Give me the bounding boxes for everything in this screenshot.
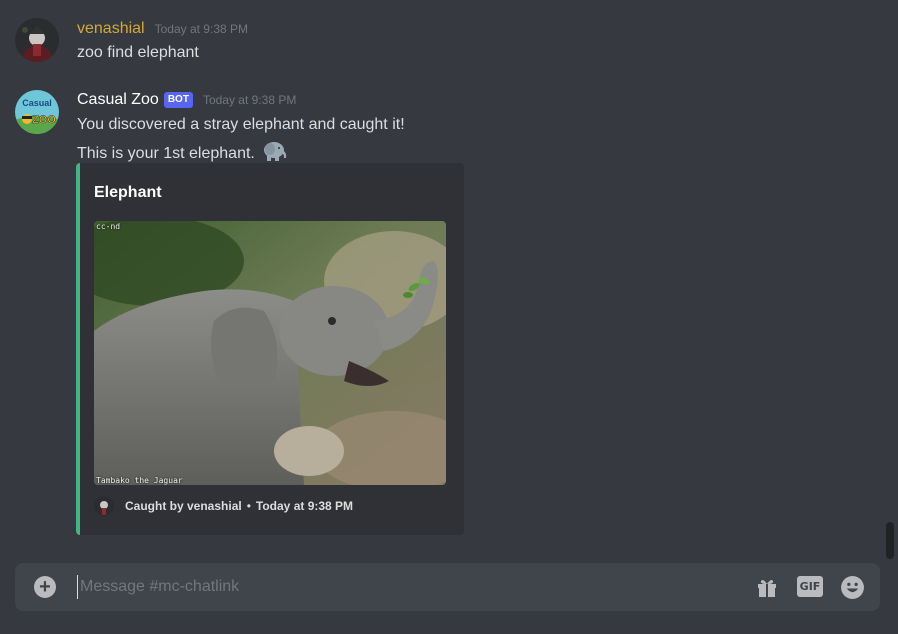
- bot-badge: BOT: [163, 92, 193, 108]
- timestamp: Today at 9:38 PM: [202, 93, 297, 107]
- footer-timestamp: Today at 9:38 PM: [255, 499, 354, 513]
- message-input[interactable]: [77, 575, 737, 599]
- username[interactable]: venashial: [77, 20, 145, 38]
- timestamp: Today at 9:38 PM: [154, 22, 248, 36]
- elephant-emoji-icon: [264, 142, 287, 161]
- gif-button[interactable]: GIF: [797, 576, 823, 597]
- smiley-icon[interactable]: [840, 575, 865, 600]
- scrollbar-thumb[interactable]: [886, 522, 894, 559]
- message-composer: + GIF: [15, 563, 880, 611]
- gift-icon[interactable]: [755, 575, 779, 599]
- plus-circle-icon[interactable]: +: [34, 576, 56, 598]
- message-text: This is your 1st elephant.: [77, 140, 288, 163]
- message-text-part: This is your 1st elephant.: [77, 145, 255, 162]
- user-avatar-icon: [94, 496, 114, 516]
- message-header: venashial Today at 9:38 PM: [77, 20, 248, 38]
- footer-avatar: [94, 496, 114, 516]
- message-text: zoo find elephant: [77, 44, 199, 61]
- embed-image[interactable]: cc-nd Tambako the Jaguar: [94, 221, 446, 485]
- footer-caught-by: Caught by venashial: [125, 499, 242, 513]
- elephant-photo-icon: [94, 221, 446, 485]
- embed-title: Elephant: [94, 184, 162, 201]
- message-text: You discovered a stray elephant and caug…: [77, 116, 405, 133]
- message-header: Casual Zoo BOT Today at 9:38 PM: [77, 91, 296, 110]
- bot-avatar-line2: ZOO: [32, 114, 56, 126]
- footer-separator: •: [246, 499, 251, 513]
- embed-footer: Caught by venashial • Today at 9:38 PM: [94, 496, 353, 516]
- image-caption-top: cc-nd: [96, 222, 121, 231]
- bot-avatar-icon: Casual ZOO: [15, 90, 59, 134]
- avatar[interactable]: [15, 18, 59, 62]
- message-list: venashial Today at 9:38 PM zoo find elep…: [0, 0, 884, 550]
- avatar[interactable]: Casual ZOO: [15, 90, 59, 134]
- bot-avatar-line1: Casual: [22, 98, 52, 108]
- embed: Elephant cc-nd Tambako the Jaguar Caught…: [76, 163, 464, 535]
- username[interactable]: Casual Zoo: [77, 91, 159, 109]
- user-avatar-icon: [15, 18, 59, 62]
- image-caption-bottom: Tambako the Jaguar: [96, 476, 183, 485]
